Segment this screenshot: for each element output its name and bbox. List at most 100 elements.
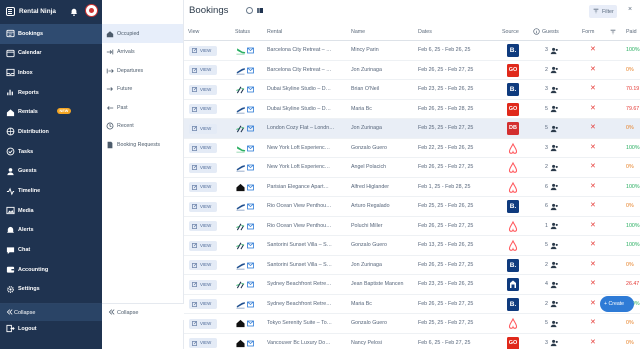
rental-name[interactable]: Barcelona City Retreat – …: [267, 47, 331, 53]
sidebar-item-calendar[interactable]: Calendar: [0, 44, 102, 64]
sidebar-item-timeline[interactable]: Timeline: [0, 182, 102, 202]
sidebar-collapse-button[interactable]: Collapse: [0, 304, 102, 321]
subnav-item-future[interactable]: Future: [102, 80, 183, 99]
external-link-icon: [192, 282, 197, 287]
col-paid[interactable]: Paid: [626, 29, 637, 35]
view-button[interactable]: VIEW: [189, 279, 217, 290]
table-row[interactable]: VIEW Sydney Beachfront Retre… Jean Baptist…: [184, 275, 640, 295]
sidebar-item-distribution[interactable]: Distribution: [0, 122, 102, 142]
table-row[interactable]: VIEW Rio Ocean View Penthou… Poluchi Mille…: [184, 217, 640, 236]
sidebar-item-rentals[interactable]: Rentals NEW: [0, 103, 102, 123]
subnav-item-recent[interactable]: Recent: [102, 117, 183, 136]
sidebar-item-media[interactable]: Media: [0, 201, 102, 221]
rental-name[interactable]: Rio Ocean View Penthou…: [267, 203, 331, 209]
subnav-spacer: [102, 0, 183, 24]
filter-icon[interactable]: [610, 29, 616, 35]
sidebar-item-tasks[interactable]: Tasks: [0, 142, 102, 162]
rental-name[interactable]: New York Loft Experienc…: [267, 145, 330, 151]
view-button[interactable]: VIEW: [189, 65, 217, 75]
table-row[interactable]: VIEW Barcelona City Retreat – … Mincy Pari…: [184, 41, 640, 61]
view-button[interactable]: VIEW: [189, 45, 217, 56]
table-row[interactable]: VIEW Rio Ocean View Penthou… Arturo Regala…: [184, 197, 640, 217]
view-button[interactable]: VIEW: [189, 123, 217, 134]
table-row[interactable]: VIEW Dubai Skyline Studio – D… Brian O'Nei…: [184, 80, 640, 100]
sidebar-item-guests[interactable]: Guests: [0, 162, 102, 182]
table-row[interactable]: VIEW New York Loft Experienc… Gonzalo Guer…: [184, 139, 640, 158]
rental-name[interactable]: Rio Ocean View Penthou…: [267, 223, 331, 229]
subnav-item-departures[interactable]: Departures: [102, 61, 183, 80]
view-button[interactable]: VIEW: [189, 182, 217, 192]
rental-name[interactable]: Sydney Beachfront Retre…: [267, 281, 331, 287]
table-row[interactable]: VIEW Santorini Sunset Villa – S… Jon Zurin…: [184, 256, 640, 275]
sidebar-item-reports[interactable]: Reports: [0, 83, 102, 103]
table-row[interactable]: VIEW Parisian Elegance Apart… Alfred Higla…: [184, 178, 640, 197]
sidebar-nav: Bookings Calendar Inbox Reports Rentals NEW Di…: [0, 24, 102, 333]
sidebar-footer: Collapse: [0, 303, 102, 349]
table-row[interactable]: VIEW Tokyo Serenity Suite – To… Gonzalo Gu…: [184, 314, 640, 334]
guest-count: 3: [545, 339, 548, 346]
view-button[interactable]: VIEW: [189, 143, 217, 153]
booking-dates: Feb 13, 25 - Feb 26, 25: [418, 242, 474, 248]
col-rental[interactable]: Rental: [267, 29, 282, 35]
table-row[interactable]: VIEW London Cozy Flat – Londn… Jon Zurinag…: [184, 119, 640, 139]
rental-name[interactable]: Dubai Skyline Studio – D…: [267, 86, 331, 92]
col-source[interactable]: Source: [502, 29, 519, 35]
rental-name[interactable]: Barcelona City Retreat – …: [267, 67, 331, 73]
view-button[interactable]: VIEW: [189, 162, 217, 173]
view-button[interactable]: VIEW: [189, 240, 217, 251]
view-label: VIEW: [200, 106, 212, 112]
subnav-collapse-button[interactable]: Collapse: [102, 303, 184, 320]
subnav-item-past[interactable]: Past: [102, 98, 183, 117]
create-button[interactable]: + Create: [600, 296, 634, 312]
sidebar-item-accounting[interactable]: Accounting: [0, 260, 102, 280]
rental-name[interactable]: Parisian Elegance Apart…: [267, 184, 329, 190]
subnav-item-arrivals[interactable]: Arrivals: [102, 43, 183, 62]
rental-name[interactable]: Santorini Sunset Villa – S…: [267, 262, 332, 268]
table-row[interactable]: VIEW Sydney Beachfront Retre… Maria Bc Feb …: [184, 295, 640, 314]
sidebar-item-settings[interactable]: Settings: [0, 280, 102, 300]
col-name[interactable]: Name: [351, 29, 365, 35]
rental-name[interactable]: Dubai Skyline Studio – D…: [267, 106, 331, 112]
subnav-item-booking-requests[interactable]: Booking Requests: [102, 135, 183, 154]
view-button[interactable]: VIEW: [189, 201, 217, 212]
col-form[interactable]: Form: [582, 29, 594, 35]
view-button[interactable]: VIEW: [189, 318, 217, 329]
rental-name[interactable]: Santorini Sunset Villa – S…: [267, 242, 332, 248]
sidebar-item-alerts[interactable]: Alerts: [0, 221, 102, 241]
col-dates[interactable]: Dates: [418, 29, 432, 35]
plane-departure-icon: [236, 301, 246, 308]
table-row[interactable]: VIEW Santorini Sunset Villa – S… Gonzalo G…: [184, 236, 640, 256]
bell-icon[interactable]: [70, 8, 78, 16]
table-row[interactable]: VIEW Vancouver Bc Luxury Do… Nancy Pelosi F…: [184, 334, 640, 349]
info-icon[interactable]: [246, 7, 253, 14]
col-status[interactable]: Status: [235, 29, 250, 35]
view-button[interactable]: VIEW: [189, 84, 217, 95]
subnav-list: Occupied Arrivals Departures Future Past Rece…: [102, 24, 183, 154]
rental-name[interactable]: Vancouver Bc Luxury Do…: [267, 340, 331, 346]
table-row[interactable]: VIEW Dubai Skyline Studio – D… Maria Bc Feb…: [184, 100, 640, 119]
view-button[interactable]: VIEW: [189, 104, 217, 114]
view-button[interactable]: VIEW: [189, 299, 217, 309]
view-button[interactable]: VIEW: [189, 221, 217, 231]
table-row[interactable]: VIEW Barcelona City Retreat – … Jon Zurina…: [184, 61, 640, 80]
sidebar-item-inbox[interactable]: Inbox: [0, 63, 102, 83]
guests-icon: [550, 300, 558, 308]
rental-name[interactable]: New York Loft Experienc…: [267, 164, 330, 170]
sidebar-item-bookings[interactable]: Bookings: [0, 24, 102, 44]
rental-name[interactable]: London Cozy Flat – Londn…: [267, 125, 334, 131]
filter-button[interactable]: Filter: [589, 5, 617, 18]
guest-name: Jean Baptiste Mancen: [351, 281, 404, 287]
col-guests[interactable]: Guests: [542, 29, 559, 35]
rental-name[interactable]: Sydney Beachfront Retre…: [267, 301, 331, 307]
layout-icon[interactable]: [257, 8, 263, 13]
close-icon[interactable]: ×: [625, 5, 635, 15]
guest-count: 1: [545, 222, 548, 229]
view-button[interactable]: VIEW: [189, 338, 217, 348]
table-row[interactable]: VIEW New York Loft Experienc… Angel Polaci…: [184, 158, 640, 178]
subnav-item-occupied[interactable]: Occupied: [102, 24, 183, 43]
avatar[interactable]: [85, 4, 98, 17]
sidebar-item-chat[interactable]: Chat: [0, 241, 102, 261]
view-button[interactable]: VIEW: [189, 260, 217, 270]
mail-icon: [247, 340, 254, 346]
rental-name[interactable]: Tokyo Serenity Suite – To…: [267, 320, 332, 326]
